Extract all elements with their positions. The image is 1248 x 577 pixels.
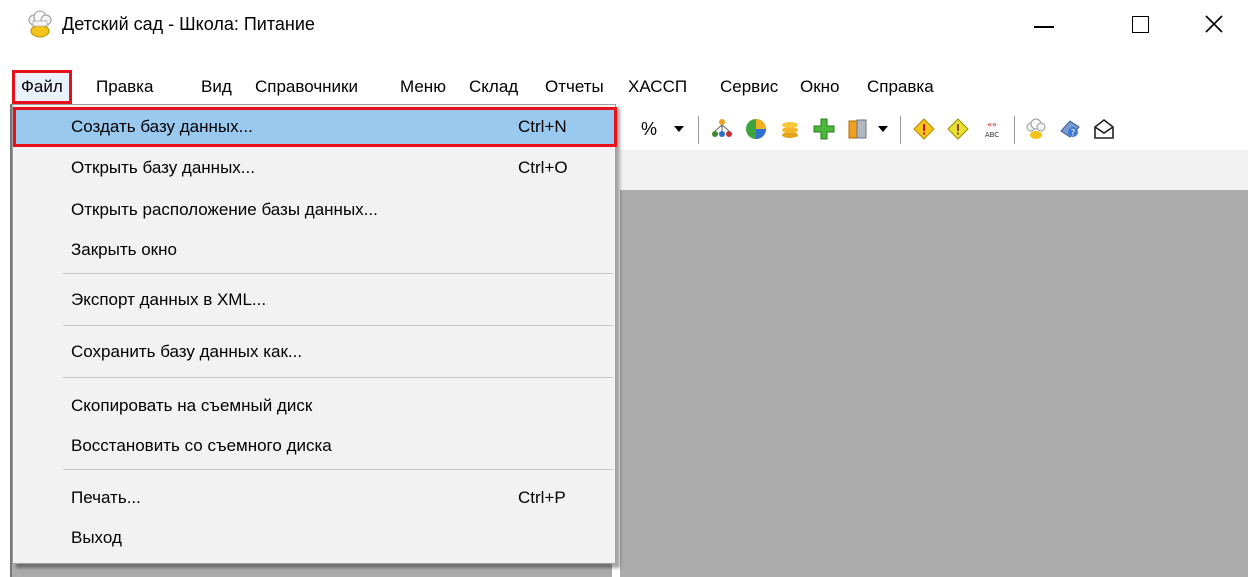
menu-menu[interactable]: Меню (394, 70, 452, 104)
window-title: Детский сад - Школа: Питание (62, 14, 315, 34)
chevron-down-icon (878, 126, 888, 132)
menu-haccp[interactable]: ХАССП (622, 70, 693, 104)
secondary-toolbar (620, 150, 1248, 191)
menu-item-shortcut: Ctrl+N (518, 117, 567, 136)
book-dropdown[interactable] (876, 114, 890, 144)
toolbar-separator (1014, 116, 1015, 144)
menu-item-label: Закрыть окно (71, 240, 177, 259)
maximize-button[interactable] (1110, 0, 1170, 48)
menu-edit-label: Правка (96, 77, 154, 96)
menu-item-label: Выход (71, 528, 122, 547)
coins-icon (782, 122, 798, 138)
menu-window[interactable]: Окно (794, 70, 846, 104)
chevron-down-icon (674, 126, 684, 132)
file-menu-dropdown: Создать базу данных... Ctrl+N Открыть ба… (12, 104, 617, 564)
menu-warehouse-label: Склад (469, 77, 519, 96)
menu-item-label: Сохранить базу данных как... (71, 342, 303, 361)
percent-dropdown[interactable] (672, 114, 686, 144)
toolbar-separator (900, 116, 901, 144)
menu-separator (63, 325, 613, 326)
menu-view[interactable]: Вид (195, 70, 238, 104)
close-button[interactable] (1184, 0, 1244, 48)
menu-item-open-database-location[interactable]: Открыть расположение базы данных... (13, 191, 615, 229)
menu-item-shortcut: Ctrl+O (518, 158, 568, 177)
menu-separator (63, 469, 613, 470)
menu-item-label: Восстановить со съемного диска (71, 436, 332, 455)
percent-button[interactable]: % (638, 114, 660, 144)
book-button[interactable] (844, 114, 872, 144)
menu-item-label: Экспорт данных в XML... (71, 290, 267, 309)
info-icon: ? (1060, 120, 1080, 139)
chef-hat-icon (1026, 118, 1046, 139)
book-icon (848, 119, 867, 139)
menu-service[interactable]: Сервис (714, 70, 784, 104)
menu-item-label: Открыть расположение базы данных... (71, 200, 378, 219)
menu-item-exit[interactable]: Выход (13, 519, 615, 557)
menu-item-print[interactable]: Печать... Ctrl+P (13, 479, 615, 517)
toolbar-separator (698, 116, 699, 144)
menu-item-label: Открыть базу данных... (71, 158, 255, 177)
chef-hat-icon (28, 10, 52, 38)
menu-item-shortcut: Ctrl+P (518, 488, 566, 507)
mdi-client-area (620, 190, 1248, 577)
warning-icon (913, 118, 935, 140)
menu-view-label: Вид (201, 77, 232, 96)
menu-window-label: Окно (800, 77, 840, 96)
tree-icon (712, 119, 732, 137)
warning-button[interactable] (910, 114, 938, 144)
info-button[interactable]: ? (1056, 114, 1084, 144)
menu-menu-label: Меню (400, 77, 446, 96)
menu-references-label: Справочники (255, 77, 358, 96)
menu-separator (63, 273, 613, 274)
percent-icon: % (640, 118, 657, 139)
menu-haccp-label: ХАССП (628, 77, 688, 96)
toolbar: % «» ABC ? (600, 110, 1248, 150)
menu-edit[interactable]: Правка (90, 70, 159, 104)
mail-icon (1094, 118, 1114, 139)
warning-alt-button[interactable] (944, 114, 972, 144)
menu-item-copy-to-removable[interactable]: Скопировать на съемный диск (13, 387, 615, 425)
mail-button[interactable] (1090, 114, 1118, 144)
menu-help-label: Справка (867, 77, 934, 96)
menu-item-export-xml[interactable]: Экспорт данных в XML... (13, 281, 615, 319)
warning-alt-icon (947, 118, 969, 140)
menu-item-label: Скопировать на съемный диск (71, 396, 313, 415)
chef-hat-button[interactable] (1022, 114, 1050, 144)
menu-item-close-window[interactable]: Закрыть окно (13, 231, 615, 269)
pie-chart-icon (746, 119, 766, 139)
title-bar: Детский сад - Школа: Питание (0, 0, 1248, 48)
menu-reports[interactable]: Отчеты (539, 70, 610, 104)
menu-item-label: Создать базу данных... (71, 117, 253, 136)
add-button[interactable] (810, 114, 838, 144)
tree-button[interactable] (708, 114, 736, 144)
menu-references[interactable]: Справочники (249, 70, 364, 104)
menu-item-open-database[interactable]: Открыть базу данных... Ctrl+O (13, 149, 615, 187)
menu-warehouse[interactable]: Склад (463, 70, 524, 104)
menu-separator (63, 377, 613, 378)
minimize-icon (1034, 26, 1054, 28)
add-icon (813, 118, 835, 140)
maximize-icon (1131, 15, 1149, 33)
menu-file-label: Файл (21, 77, 63, 96)
app-window: Детский сад - Школа: Питание Файл Правка… (0, 0, 1248, 577)
menu-reports-label: Отчеты (545, 77, 604, 96)
minimize-button[interactable] (1014, 0, 1074, 48)
menu-item-save-database-as[interactable]: Сохранить базу данных как... (13, 333, 615, 371)
menu-bar: Файл Правка Вид Справочники Меню Склад О… (12, 70, 1248, 104)
close-icon (1205, 15, 1223, 33)
menu-item-label: Печать... (71, 488, 141, 507)
abc-icon: «» ABC (985, 120, 999, 139)
menu-item-restore-from-removable[interactable]: Восстановить со съемного диска (13, 427, 615, 465)
menu-file[interactable]: Файл (12, 70, 72, 104)
abc-button[interactable]: «» ABC (978, 114, 1006, 144)
menu-service-label: Сервис (720, 77, 779, 96)
coins-button[interactable] (776, 114, 804, 144)
svg-text:ABC: ABC (985, 131, 999, 139)
menu-item-create-database[interactable]: Создать базу данных... Ctrl+N (13, 107, 617, 147)
svg-text:?: ? (1071, 129, 1076, 139)
svg-text:«»: «» (987, 120, 997, 129)
menu-help[interactable]: Справка (861, 70, 940, 104)
pie-chart-button[interactable] (742, 114, 770, 144)
